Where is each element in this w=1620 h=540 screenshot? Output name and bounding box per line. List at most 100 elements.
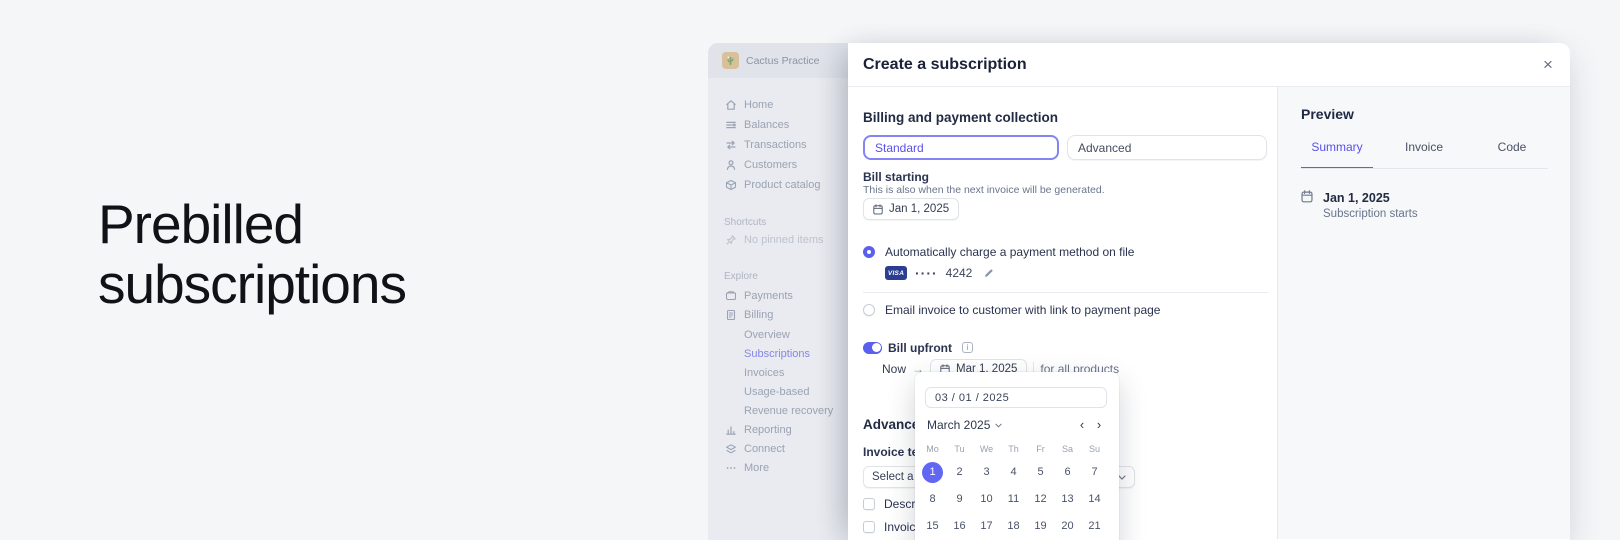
radio-unselected-icon[interactable] bbox=[863, 304, 875, 316]
calendar-day[interactable]: 5 bbox=[1027, 459, 1054, 486]
calendar-day[interactable]: 2 bbox=[946, 459, 973, 486]
calendar-day[interactable]: 9 bbox=[946, 486, 973, 513]
card-last4: 4242 bbox=[945, 266, 973, 280]
edit-payment-method-icon[interactable] bbox=[984, 268, 994, 278]
date-picker-popup: 03 / 01 / 2025 March 2025 ‹ › Mo Tu We Th Fr… bbox=[915, 372, 1119, 540]
card-dots: ···· bbox=[915, 265, 938, 281]
calendar-icon bbox=[873, 203, 883, 214]
mode-button-advanced[interactable]: Advanced bbox=[1067, 135, 1267, 160]
summary-caption: Subscription starts bbox=[1323, 208, 1418, 220]
bill-starting-date-chip[interactable]: Jan 1, 2025 bbox=[863, 198, 960, 220]
tab-code[interactable]: Code bbox=[1476, 140, 1548, 169]
tab-invoice[interactable]: Invoice bbox=[1388, 140, 1460, 169]
sidebar-item-customers[interactable]: Customers bbox=[708, 155, 848, 175]
calendar-day[interactable]: 8 bbox=[919, 486, 946, 513]
calendar-day-header: Su bbox=[1088, 444, 1100, 454]
calendar-day[interactable]: 4 bbox=[1000, 459, 1027, 486]
calendar-day[interactable]: 16 bbox=[946, 513, 973, 540]
calendar-day[interactable]: 18 bbox=[1000, 513, 1027, 540]
calendar-day-headers: Mo Tu We Th Fr Sa Su bbox=[919, 442, 1108, 456]
sidebar-item-transactions[interactable]: Transactions bbox=[708, 135, 848, 155]
reporting-icon bbox=[725, 424, 737, 436]
product-catalog-icon bbox=[725, 179, 737, 191]
cactus-icon bbox=[722, 52, 739, 69]
divider bbox=[863, 292, 1268, 293]
workspace-name: Cactus Practice bbox=[746, 54, 820, 67]
calendar-day[interactable]: 12 bbox=[1027, 486, 1054, 513]
billing-icon bbox=[725, 309, 737, 321]
sidebar-item-subscriptions[interactable]: Subscriptions bbox=[708, 344, 848, 364]
connect-icon bbox=[725, 443, 737, 455]
sidebar: Cactus Practice Home Balances Transactio… bbox=[708, 43, 848, 540]
calendar-icon bbox=[1301, 190, 1313, 203]
sidebar-item-connect[interactable]: Connect bbox=[708, 439, 848, 459]
bill-starting-help: This is also when the next invoice will … bbox=[863, 184, 1105, 196]
workspace-switcher[interactable]: Cactus Practice bbox=[708, 43, 848, 78]
pin-icon bbox=[725, 234, 737, 246]
modal-header: Create a subscription × bbox=[848, 43, 1570, 87]
preview-heading: Preview bbox=[1301, 106, 1354, 122]
bill-starting-row: Jan 1, 2025 bbox=[863, 198, 1268, 220]
sidebar-item-billing[interactable]: Billing bbox=[708, 305, 848, 325]
calendar-day[interactable]: 10 bbox=[973, 486, 1000, 513]
month-dropdown[interactable]: March 2025 bbox=[927, 416, 1003, 434]
calendar-day-header: Sa bbox=[1061, 444, 1073, 454]
calendar-day[interactable]: 13 bbox=[1054, 486, 1081, 513]
sidebar-item-payments[interactable]: Payments bbox=[708, 286, 848, 306]
calendar-day[interactable]: 3 bbox=[973, 459, 1000, 486]
page-title: Prebilled subscriptions bbox=[98, 194, 407, 315]
calendar-day-header: Tu bbox=[954, 444, 965, 454]
bill-upfront-toggle[interactable] bbox=[863, 341, 882, 354]
checkbox-icon[interactable] bbox=[863, 498, 875, 510]
sidebar-item-reporting[interactable]: Reporting bbox=[708, 420, 848, 440]
customers-icon bbox=[725, 159, 737, 171]
sidebar-item-usage-based[interactable]: Usage-based bbox=[708, 382, 848, 402]
prev-month-icon[interactable]: ‹ bbox=[1075, 416, 1089, 434]
now-label: Now bbox=[882, 362, 907, 376]
sidebar-item-home[interactable]: Home bbox=[708, 95, 848, 115]
bill-upfront-row: Bill upfront i bbox=[863, 341, 1268, 355]
calendar-day-header: We bbox=[979, 444, 994, 454]
chevron-down-icon bbox=[995, 423, 1003, 428]
calendar-day-header: Th bbox=[1008, 444, 1019, 454]
sidebar-item-balances[interactable]: Balances bbox=[708, 115, 848, 135]
calendar-day[interactable]: 19 bbox=[1027, 513, 1054, 540]
calendar-day[interactable]: 6 bbox=[1054, 459, 1081, 486]
calendar-day[interactable]: 15 bbox=[919, 513, 946, 540]
mode-button-standard[interactable]: Standard bbox=[863, 135, 1059, 160]
page-title-line2: subscriptions bbox=[98, 253, 407, 315]
calendar-day[interactable]: 1 bbox=[919, 459, 946, 486]
sidebar-item-revenue-recovery[interactable]: Revenue recovery bbox=[708, 401, 848, 421]
divider bbox=[1301, 168, 1548, 169]
calendar-day[interactable]: 11 bbox=[1000, 486, 1027, 513]
sidebar-item-overview[interactable]: Overview bbox=[708, 325, 848, 345]
calendar-day[interactable]: 7 bbox=[1081, 459, 1108, 486]
calendar-grid: 1 2 3 4 5 6 7 8 9 10 11 12 13 14 15 16 17 18 19 20 21 bbox=[919, 459, 1108, 540]
payment-option-email-invoice[interactable]: Email invoice to customer with link to p… bbox=[863, 303, 1268, 317]
chevron-down-icon bbox=[1118, 474, 1126, 480]
close-icon[interactable]: × bbox=[1538, 55, 1558, 75]
calendar-day[interactable]: 20 bbox=[1054, 513, 1081, 540]
payment-option-auto-charge[interactable]: Automatically charge a payment method on… bbox=[863, 245, 1268, 259]
transactions-icon bbox=[725, 139, 737, 151]
sidebar-item-more[interactable]: More bbox=[708, 458, 848, 478]
calendar-day[interactable]: 14 bbox=[1081, 486, 1108, 513]
sidebar-item-no-pinned-items: No pinned items bbox=[708, 230, 848, 250]
preview-panel: Preview Summary Invoice Code Jan 1, 2025… bbox=[1277, 87, 1570, 539]
visa-badge: VISA bbox=[885, 266, 907, 280]
bill-starting-label: Bill starting bbox=[863, 170, 930, 184]
calendar-day[interactable]: 17 bbox=[973, 513, 1000, 540]
calendar-day[interactable]: 21 bbox=[1081, 513, 1108, 540]
info-icon[interactable]: i bbox=[961, 342, 973, 353]
checkbox-icon[interactable] bbox=[863, 521, 875, 533]
sidebar-item-invoices[interactable]: Invoices bbox=[708, 363, 848, 383]
tab-summary[interactable]: Summary bbox=[1301, 140, 1373, 169]
next-month-icon[interactable]: › bbox=[1092, 416, 1106, 434]
sidebar-item-product-catalog[interactable]: Product catalog bbox=[708, 175, 848, 195]
calendar-day-header: Fr bbox=[1036, 444, 1045, 454]
home-icon bbox=[725, 99, 737, 111]
date-input[interactable]: 03 / 01 / 2025 bbox=[925, 387, 1107, 408]
summary-start-date: Jan 1, 2025 bbox=[1323, 191, 1390, 205]
radio-selected-icon[interactable] bbox=[863, 246, 875, 258]
preview-tabs: Summary Invoice Code bbox=[1301, 140, 1548, 169]
